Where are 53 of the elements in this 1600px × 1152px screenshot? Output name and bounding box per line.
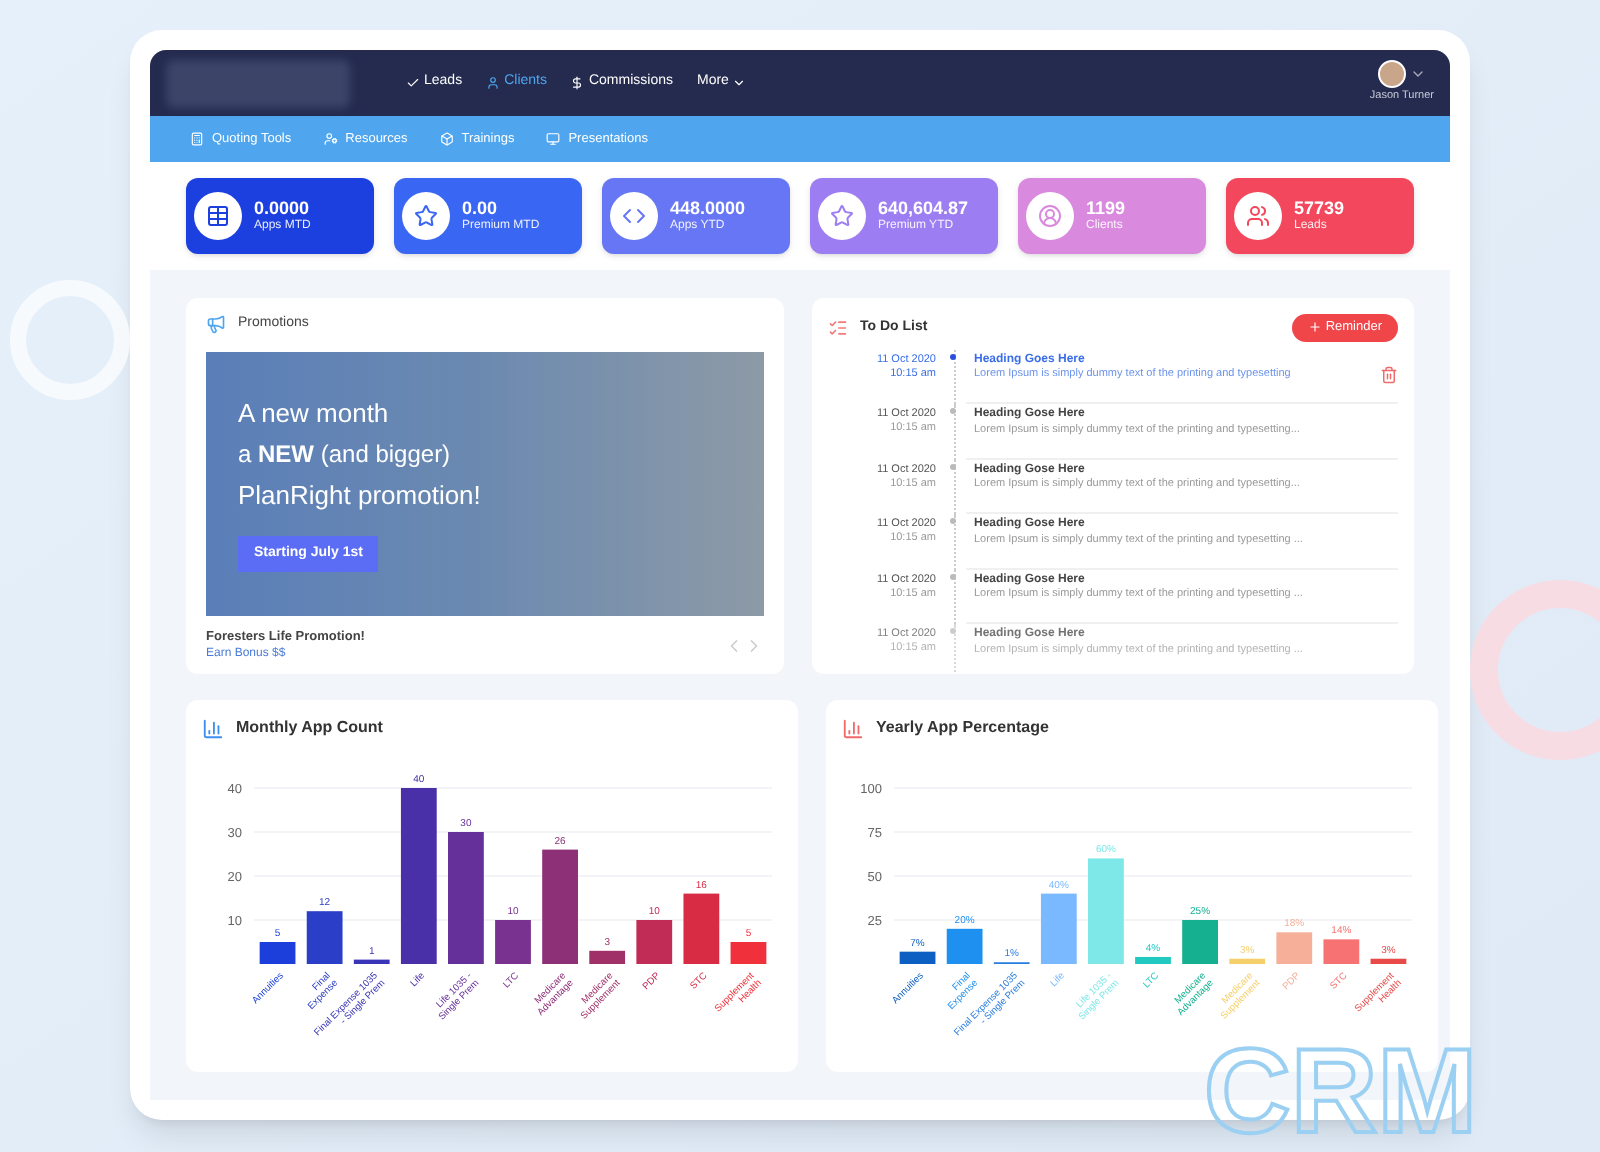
chart-bar [1370,958,1407,964]
user-icon [486,76,501,90]
stat-value: 0.00 [462,197,500,219]
chart-bar [589,950,626,964]
stat-value: 448.0000 [670,197,746,219]
stat-icon [610,192,658,240]
chart-bar [1040,893,1077,964]
stat-value: 0.0000 [254,197,311,219]
stat-icon [818,192,866,240]
chart-bar [542,849,578,964]
megaphone-icon [206,314,226,335]
chart-bar [1229,958,1266,964]
check-icon [406,76,420,90]
avatar[interactable] [1377,60,1406,89]
crm-overlay-text: CRM [1204,1032,1478,1152]
list-icon [828,317,848,338]
chart-bar [306,911,343,964]
stat-value: 1199 [1086,197,1126,219]
user-gear-icon [323,132,338,146]
panel-title: Yearly App Percentage [876,716,1049,740]
stat-icon [1234,192,1282,240]
chart-bar [730,942,767,964]
chart-bar [1135,956,1171,964]
chart-bar [1276,932,1313,964]
stat-icon [194,192,242,240]
trash-icon[interactable] [1380,365,1398,384]
cube-icon [439,132,454,146]
chart-bar [636,920,673,964]
bar-chart-icon [842,717,864,739]
chart-bar [946,928,983,964]
banner-text: A new month [238,395,391,432]
bar-chart-icon [202,717,224,739]
chart-bar [353,959,390,964]
chart-bar [1088,858,1124,964]
chart-bar [1323,939,1360,964]
chart-bar [259,942,296,964]
chart-bar [899,951,936,964]
chart-bar [448,832,484,964]
stat-icon [1026,192,1074,240]
panel-title: Monthly App Count [236,716,383,740]
stat-value: 57739 [1294,197,1345,219]
chart-bar [495,920,531,964]
banner-text: PlanRight promotion! [238,478,483,515]
plus-icon [1307,320,1322,335]
chart-bar [683,893,720,964]
chart-bar [1182,920,1218,964]
stat-icon [402,192,450,240]
dollar-icon [570,76,585,90]
calculator-icon [190,132,204,146]
monitor-icon [546,132,561,146]
caret-icon [732,76,747,90]
banner-text: a NEW (and bigger) [238,438,453,473]
stat-value: 640,604.87 [878,197,969,219]
